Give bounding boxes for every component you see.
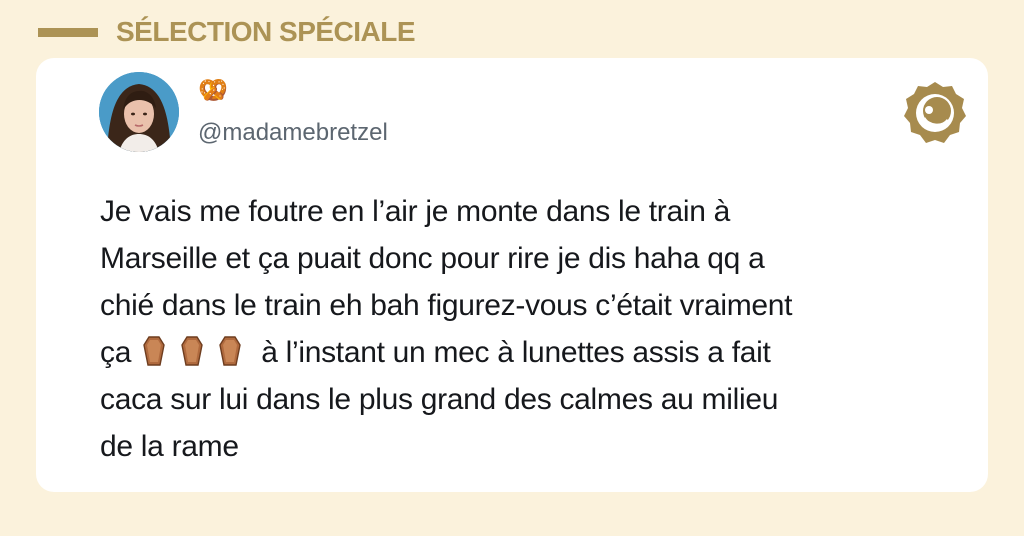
tweet-text-line: Marseille et ça puait donc pour rire je … (100, 242, 765, 275)
section-header: SÉLECTION SPÉCIALE (38, 14, 416, 50)
pretzel-icon: 🥨 (198, 77, 228, 104)
coffin-icon (181, 336, 203, 366)
tweet-text: Je vais me foutre en l’air je monte dans… (100, 188, 960, 470)
tweet-text-fragment: à l’instant un mec à lunettes assis a fa… (261, 336, 771, 369)
tweet-text-line: caca sur lui dans le plus grand des calm… (100, 383, 779, 416)
tweet-text-line: Je vais me foutre en l’air je monte dans… (100, 195, 731, 228)
coffin-icon (143, 336, 165, 366)
tweet-card[interactable]: 🥨 @madamebretzel Je vais me foutre en l’… (36, 58, 988, 492)
brand-logo-icon (904, 82, 966, 143)
tweet-text-line-with-emoji: ça à l’instant un mec à lunettes assis a… (100, 329, 960, 376)
handle[interactable]: @madamebretzel (198, 118, 388, 148)
section-bar (38, 27, 98, 37)
tweet-text-line: de la rame (100, 430, 239, 463)
section-title: SÉLECTION SPÉCIALE (116, 16, 416, 47)
tweet-text-line: chié dans le train eh bah figurez-vous c… (100, 289, 793, 322)
coffin-icon (219, 336, 241, 366)
avatar[interactable] (99, 72, 179, 152)
display-name[interactable]: 🥨 (198, 76, 228, 106)
tweet-text-fragment: ça (100, 336, 132, 369)
